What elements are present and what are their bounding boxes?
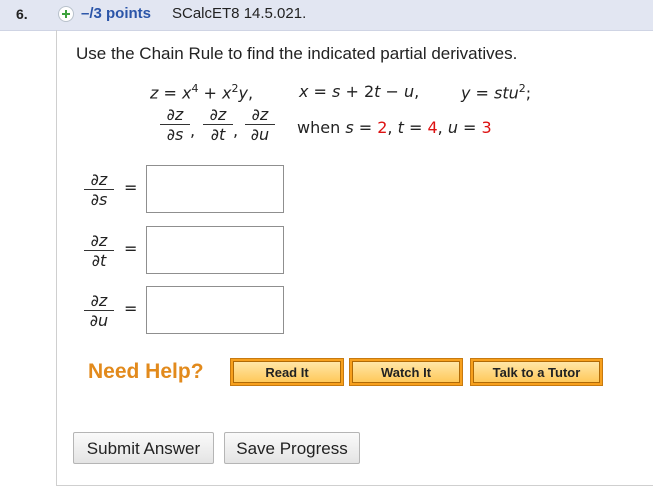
answer-row-du: ∂z ∂u = bbox=[80, 286, 300, 338]
watch-it-button[interactable]: Watch It bbox=[349, 358, 463, 386]
z-equation: z = x4 + x2y, bbox=[150, 82, 254, 103]
dz-du-fraction: ∂z ∂u bbox=[245, 106, 275, 143]
answer-input-dz-dt[interactable] bbox=[146, 226, 284, 274]
question-number: 6. bbox=[16, 6, 28, 22]
save-progress-button[interactable]: Save Progress bbox=[224, 432, 360, 464]
x-equation: x = s + 2t − u, bbox=[299, 82, 420, 101]
expand-plus-icon[interactable] bbox=[58, 6, 74, 22]
points-label: –/3 points bbox=[81, 5, 152, 22]
u-value: 3 bbox=[481, 118, 492, 137]
question-header: 6. –/3 points SCalcET8 14.5.021. bbox=[0, 0, 653, 31]
answer-row-dt: ∂z ∂t = bbox=[80, 226, 300, 278]
answer-row-ds: ∂z ∂s = bbox=[80, 165, 300, 217]
dz-dt-fraction: ∂z ∂t bbox=[203, 106, 233, 143]
y-equation: y = stu2; bbox=[461, 82, 532, 103]
t-value: 4 bbox=[427, 118, 438, 137]
answer-label-dz-dt: ∂z ∂t bbox=[84, 232, 114, 269]
answer-label-dz-ds: ∂z ∂s bbox=[84, 171, 114, 208]
talk-to-tutor-button[interactable]: Talk to a Tutor bbox=[470, 358, 603, 386]
answer-label-dz-du: ∂z ∂u bbox=[84, 292, 114, 329]
question-source: SCalcET8 14.5.021. bbox=[172, 5, 307, 22]
submit-answer-button[interactable]: Submit Answer bbox=[73, 432, 214, 464]
answer-input-dz-ds[interactable] bbox=[146, 165, 284, 213]
evaluation-point: when s = 2, t = 4, u = 3 bbox=[297, 118, 492, 137]
question-instruction: Use the Chain Rule to find the indicated… bbox=[76, 44, 518, 63]
read-it-button[interactable]: Read It bbox=[230, 358, 344, 386]
dz-ds-fraction: ∂z ∂s bbox=[160, 106, 190, 143]
s-value: 2 bbox=[377, 118, 388, 137]
answer-input-dz-du[interactable] bbox=[146, 286, 284, 334]
question-page: 6. –/3 points SCalcET8 14.5.021. Use the… bbox=[0, 0, 653, 493]
need-help-label: Need Help? bbox=[88, 360, 204, 383]
